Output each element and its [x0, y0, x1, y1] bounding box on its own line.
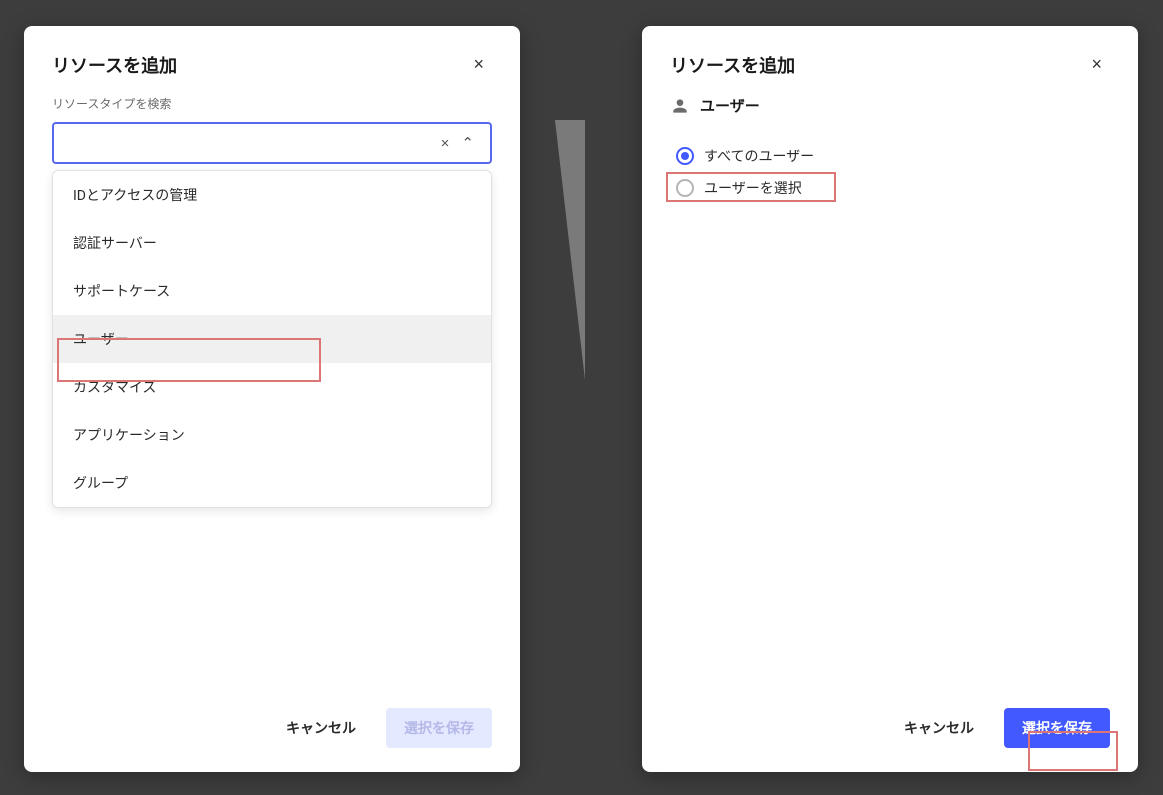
save-selection-button[interactable]: 選択を保存 [386, 708, 492, 748]
resource-type-dropdown: IDとアクセスの管理 認証サーバー サポートケース ユーザー カスタマイズ アプ… [52, 170, 492, 508]
dialog-body: リソースタイプを検索 × ⌃ IDとアクセスの管理 認証サーバー サポートケース… [24, 95, 520, 688]
dropdown-item-customize[interactable]: カスタマイズ [53, 363, 491, 411]
dropdown-item-group[interactable]: グループ [53, 459, 491, 507]
clear-search-button[interactable]: × [435, 131, 456, 156]
dropdown-item-auth-server[interactable]: 認証サーバー [53, 219, 491, 267]
step-divider-arrow [555, 120, 585, 380]
resource-type-search-input[interactable] [64, 135, 435, 151]
dropdown-item-user[interactable]: ユーザー [53, 315, 491, 363]
dialog-title: リソースを追加 [52, 52, 177, 78]
clear-icon: × [441, 135, 450, 152]
resource-type-search-label: リソースタイプを検索 [52, 95, 492, 112]
toggle-dropdown-button[interactable]: ⌃ [455, 130, 480, 156]
user-scope-radio-group: すべてのユーザー ユーザーを選択 [676, 140, 1110, 204]
user-icon [670, 96, 690, 116]
dialog-footer: キャンセル 選択を保存 [642, 688, 1138, 772]
dropdown-item-application[interactable]: アプリケーション [53, 411, 491, 459]
dropdown-item-identity-access[interactable]: IDとアクセスの管理 [53, 171, 491, 219]
dropdown-item-support-case[interactable]: サポートケース [53, 267, 491, 315]
close-icon: × [473, 54, 484, 74]
dialog-body: ユーザー すべてのユーザー ユーザーを選択 [642, 95, 1138, 688]
radio-label: ユーザーを選択 [704, 178, 802, 198]
radio-option-all-users[interactable]: すべてのユーザー [676, 140, 1110, 172]
chevron-up-icon: ⌃ [461, 135, 474, 152]
close-button[interactable]: × [465, 50, 492, 79]
save-selection-button[interactable]: 選択を保存 [1004, 708, 1110, 748]
radio-label: すべてのユーザー [704, 146, 814, 166]
radio-selected-dot [681, 152, 689, 160]
radio-option-select-users[interactable]: ユーザーを選択 [676, 172, 1110, 204]
dialog-footer: キャンセル 選択を保存 [24, 688, 520, 772]
close-icon: × [1091, 54, 1102, 74]
radio-icon [676, 147, 694, 165]
dialog-title: リソースを追加 [670, 52, 795, 78]
close-button[interactable]: × [1083, 50, 1110, 79]
resource-type-header: ユーザー [670, 95, 1110, 116]
cancel-button[interactable]: キャンセル [890, 708, 988, 748]
add-resource-dialog-left: リソースを追加 × リソースタイプを検索 × ⌃ IDとアクセスの管理 認証サー… [24, 26, 520, 772]
resource-type-combobox[interactable]: × ⌃ [52, 122, 492, 164]
resource-type-label: ユーザー [700, 95, 760, 116]
dialog-header: リソースを追加 × [24, 26, 520, 95]
add-resource-dialog-right: リソースを追加 × ユーザー すべてのユーザー ユーザーを選択 キャンセル [642, 26, 1138, 772]
radio-icon [676, 179, 694, 197]
cancel-button[interactable]: キャンセル [272, 708, 370, 748]
dialog-header: リソースを追加 × [642, 26, 1138, 95]
